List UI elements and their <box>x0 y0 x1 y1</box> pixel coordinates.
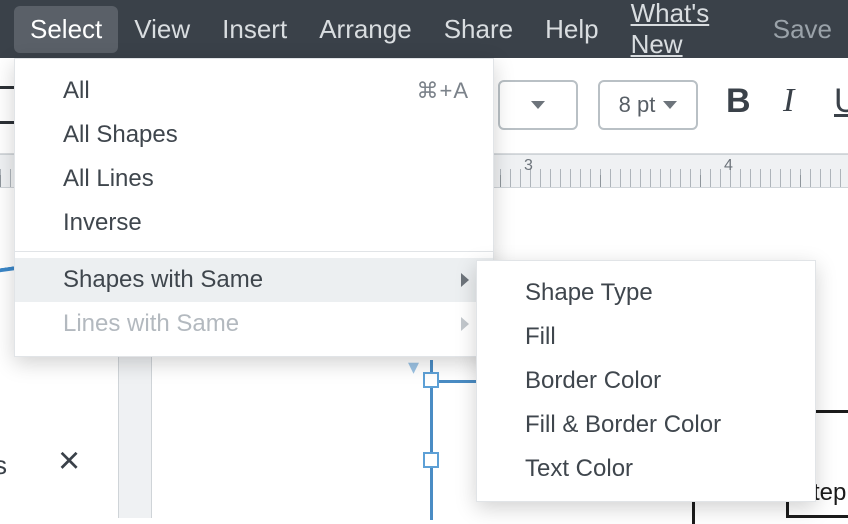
chevron-down-icon <box>531 101 545 109</box>
menu-item-all-lines[interactable]: All Lines <box>15 157 493 201</box>
italic-button[interactable]: I <box>783 82 794 120</box>
menu-item-label: Shapes with Same <box>63 266 263 294</box>
bold-button[interactable]: B <box>726 82 751 121</box>
menu-insert[interactable]: Insert <box>206 6 303 53</box>
menu-item-label: Text Color <box>525 455 633 483</box>
submenu-item-text-color[interactable]: Text Color <box>477 447 815 491</box>
menu-arrange[interactable]: Arrange <box>303 6 428 53</box>
sidebar-letter: s <box>0 450 7 481</box>
submenu-item-shape-type[interactable]: Shape Type <box>477 271 815 315</box>
chevron-down-icon <box>663 101 677 109</box>
menu-item-label: Fill & Border Color <box>525 411 721 439</box>
menu-item-all[interactable]: All ⌘+A <box>15 69 493 113</box>
menu-item-label: All <box>63 77 90 105</box>
menu-separator <box>15 251 493 252</box>
font-family-dropdown[interactable] <box>498 80 578 130</box>
menu-item-all-shapes[interactable]: All Shapes <box>15 113 493 157</box>
menu-select[interactable]: Select <box>14 6 118 53</box>
ruler-mark: 4 <box>720 155 733 187</box>
menu-help[interactable]: Help <box>529 6 614 53</box>
selection-handle[interactable] <box>423 452 439 468</box>
font-size-dropdown[interactable]: 8 pt <box>598 80 698 130</box>
menu-shortcut: ⌘+A <box>416 78 469 104</box>
chevron-right-icon <box>461 317 469 331</box>
select-dropdown-menu: All ⌘+A All Shapes All Lines Inverse Sha… <box>14 58 494 357</box>
menu-item-lines-with-same: Lines with Same <box>15 302 493 346</box>
submenu-item-fill-border-color[interactable]: Fill & Border Color <box>477 403 815 447</box>
close-icon[interactable]: × <box>58 440 80 483</box>
menu-view[interactable]: View <box>118 6 206 53</box>
menu-share[interactable]: Share <box>428 6 529 53</box>
submenu-item-fill[interactable]: Fill <box>477 315 815 359</box>
menu-item-label: Fill <box>525 323 556 351</box>
selection-handle[interactable] <box>423 372 439 388</box>
menu-item-shapes-with-same[interactable]: Shapes with Same <box>15 258 493 302</box>
menu-item-label: All Shapes <box>63 121 178 149</box>
menu-save[interactable]: Save <box>757 6 848 53</box>
ruler-mark: 3 <box>520 155 533 187</box>
underline-button[interactable]: U <box>834 82 848 121</box>
menu-item-inverse[interactable]: Inverse <box>15 201 493 245</box>
font-size-value: 8 pt <box>619 92 656 118</box>
chevron-right-icon <box>461 273 469 287</box>
menu-item-label: Lines with Same <box>63 310 239 338</box>
menubar: Select View Insert Arrange Share Help Wh… <box>0 0 848 58</box>
menu-item-label: Inverse <box>63 209 142 237</box>
shapes-with-same-submenu: Shape Type Fill Border Color Fill & Bord… <box>476 260 816 502</box>
menu-item-label: Shape Type <box>525 279 653 307</box>
connector-arrow-icon: ▾ <box>408 354 419 380</box>
menu-item-label: Border Color <box>525 367 661 395</box>
submenu-item-border-color[interactable]: Border Color <box>477 359 815 403</box>
menu-item-label: All Lines <box>63 165 154 193</box>
